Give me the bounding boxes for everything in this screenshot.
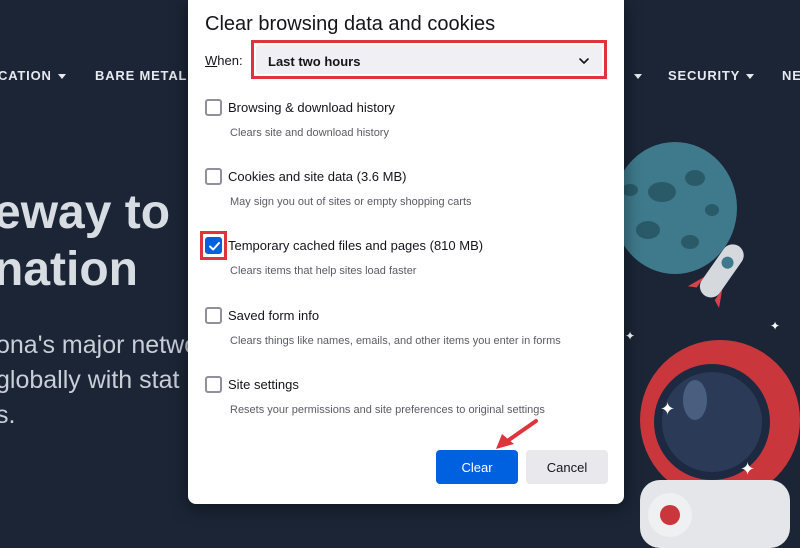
sparkle-icon: ✦ bbox=[660, 399, 676, 419]
nav-item-network[interactable]: NE bbox=[782, 68, 800, 83]
time-range-select-field[interactable]: Last two hours bbox=[256, 45, 602, 74]
time-range-select[interactable]: Last two hours bbox=[251, 40, 607, 79]
option-description: Resets your permissions and site prefere… bbox=[230, 404, 545, 416]
option-form-info[interactable]: Saved form info Clears things like names… bbox=[188, 307, 624, 359]
nav-item-bare-metal[interactable]: BARE METAL C bbox=[95, 68, 202, 83]
option-cached-files[interactable]: Temporary cached files and pages (810 MB… bbox=[188, 231, 624, 289]
chevron-down-icon bbox=[579, 58, 589, 64]
browsing-history-checkbox[interactable] bbox=[205, 99, 222, 116]
site-settings-checkbox[interactable] bbox=[205, 376, 222, 393]
nav-label: NE bbox=[782, 68, 800, 83]
cookies-checkbox[interactable] bbox=[205, 168, 222, 185]
form-info-checkbox[interactable] bbox=[205, 307, 222, 324]
nav-item-education[interactable]: CATION bbox=[0, 68, 66, 83]
option-label: Site settings bbox=[228, 377, 299, 392]
caret-down-icon bbox=[57, 74, 66, 80]
option-browsing-history[interactable]: Browsing & download history Clears site … bbox=[188, 99, 624, 151]
hero-title-line-1: eway to bbox=[0, 186, 171, 239]
nav-item-security[interactable]: SECURITY bbox=[668, 68, 755, 83]
option-description: May sign you out of sites or empty shopp… bbox=[230, 196, 472, 208]
hero-text-line-1: ona's major netwo bbox=[0, 331, 199, 359]
option-site-settings[interactable]: Site settings Resets your permissions an… bbox=[188, 376, 624, 428]
nav-label: CATION bbox=[0, 68, 52, 83]
option-description: Clears site and download history bbox=[230, 127, 389, 139]
clear-button[interactable]: Clear bbox=[436, 450, 518, 484]
dialog-title: Clear browsing data and cookies bbox=[205, 13, 496, 35]
checkmark-icon bbox=[209, 242, 220, 251]
caret-down-icon bbox=[746, 74, 755, 80]
option-label: Browsing & download history bbox=[228, 100, 395, 115]
time-range-value: Last two hours bbox=[268, 54, 361, 69]
nav-label: BARE METAL C bbox=[95, 68, 202, 83]
nav-item-caret[interactable] bbox=[628, 68, 642, 83]
hero-text-line-2: globally with stat bbox=[0, 366, 180, 394]
sparkle-icon: ✦ bbox=[770, 319, 781, 333]
annotation-arrow-icon bbox=[496, 419, 538, 449]
sparkle-icon: ✦ bbox=[740, 459, 756, 479]
when-label-text: hen: bbox=[217, 53, 243, 68]
nav-label: SECURITY bbox=[668, 68, 741, 83]
option-description: Clears things like names, emails, and ot… bbox=[230, 335, 561, 347]
when-label-accesskey: W bbox=[205, 53, 218, 68]
option-label: Saved form info bbox=[228, 308, 320, 323]
option-label: Cookies and site data (3.6 MB) bbox=[228, 169, 407, 184]
option-label: Temporary cached files and pages (810 MB… bbox=[228, 238, 484, 253]
cached-files-checkbox[interactable] bbox=[205, 237, 222, 254]
option-cookies[interactable]: Cookies and site data (3.6 MB) May sign … bbox=[188, 168, 624, 220]
hero-text-line-3: s. bbox=[0, 401, 16, 429]
caret-down-icon bbox=[634, 74, 642, 80]
cancel-button[interactable]: Cancel bbox=[526, 450, 608, 484]
hero-title-line-2: nation bbox=[0, 243, 138, 296]
clear-data-dialog: Clear browsing data and cookies When: La… bbox=[188, 0, 624, 504]
when-label: When: bbox=[205, 53, 243, 68]
option-description: Clears items that help sites load faster bbox=[230, 265, 417, 277]
sparkle-icon: ✦ bbox=[625, 329, 636, 343]
